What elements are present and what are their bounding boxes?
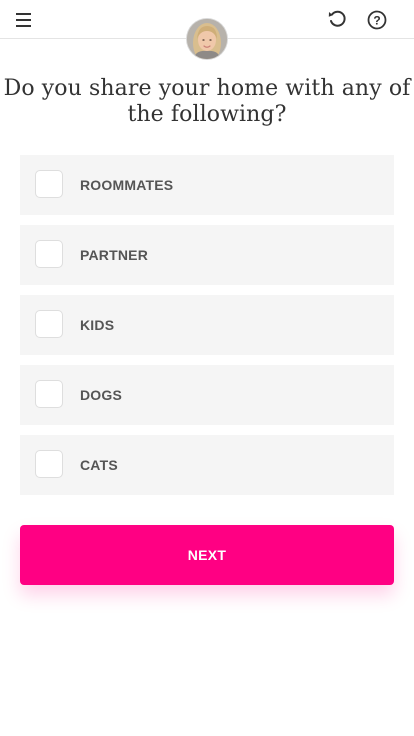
option-label: CATS xyxy=(80,457,118,473)
option-kids[interactable]: KIDS xyxy=(20,295,394,355)
options-list: ROOMMATES PARTNER KIDS DOGS CATS xyxy=(20,155,394,505)
user-avatar xyxy=(187,19,227,59)
option-partner[interactable]: PARTNER xyxy=(20,225,394,285)
hamburger-menu-icon[interactable] xyxy=(14,10,36,30)
svg-text:?: ? xyxy=(373,13,380,27)
question-heading: Do you share your home with any of the f… xyxy=(3,76,411,127)
option-dogs[interactable]: DOGS xyxy=(20,365,394,425)
option-roommates[interactable]: ROOMMATES xyxy=(20,155,394,215)
question-mark-icon[interactable]: ? xyxy=(366,9,388,31)
checkbox[interactable] xyxy=(35,310,63,338)
option-cats[interactable]: CATS xyxy=(20,435,394,495)
option-label: PARTNER xyxy=(80,247,149,263)
checkbox[interactable] xyxy=(35,170,63,198)
undo-icon[interactable] xyxy=(326,8,348,30)
checkbox[interactable] xyxy=(35,450,63,478)
option-label: ROOMMATES xyxy=(80,177,174,193)
app-page: ? Do you share your home with any of the… xyxy=(0,0,414,736)
option-label: DOGS xyxy=(80,387,123,403)
checkbox[interactable] xyxy=(35,240,63,268)
next-button[interactable]: NEXT xyxy=(20,525,394,585)
option-label: KIDS xyxy=(80,317,115,333)
checkbox[interactable] xyxy=(35,380,63,408)
